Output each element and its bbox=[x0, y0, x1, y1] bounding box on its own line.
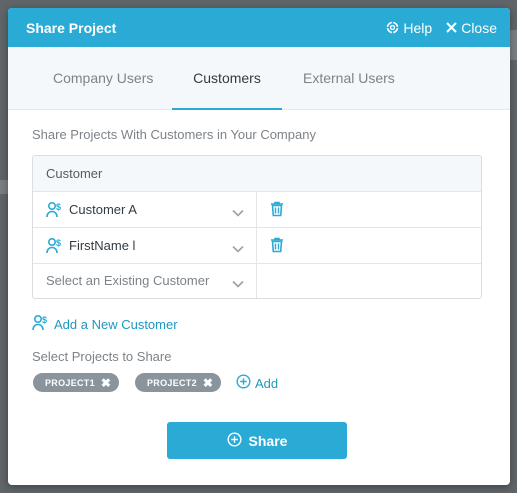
tab-bar: Company Users Customers External Users bbox=[8, 47, 510, 110]
plus-circle-icon bbox=[236, 374, 251, 392]
projects-heading: Select Projects to Share bbox=[32, 349, 172, 364]
lifebuoy-icon bbox=[386, 21, 399, 34]
svg-text:$: $ bbox=[42, 315, 47, 325]
project-chip: PROJECT2 ✖ bbox=[135, 373, 222, 392]
close-button[interactable]: Close bbox=[446, 20, 497, 36]
help-button[interactable]: Help bbox=[386, 20, 432, 36]
trash-icon[interactable] bbox=[270, 237, 284, 258]
chevron-down-icon[interactable] bbox=[232, 275, 244, 293]
add-project-link[interactable]: Add bbox=[236, 374, 278, 392]
customer-name: Customer A bbox=[69, 202, 137, 217]
table-row: $ FirstName l bbox=[33, 228, 481, 264]
svg-text:$: $ bbox=[56, 202, 61, 212]
customers-heading: Share Projects With Customers in Your Co… bbox=[32, 127, 316, 142]
customer-select-row[interactable]: Select an Existing Customer bbox=[33, 263, 481, 298]
column-header-customer: Customer bbox=[46, 166, 103, 181]
customer-icon: $ bbox=[46, 201, 64, 224]
tab-customers[interactable]: Customers bbox=[172, 47, 282, 110]
table-header-row: Customer bbox=[33, 156, 481, 192]
share-project-dialog: Share Project Help Close Company Users C… bbox=[8, 8, 510, 485]
svg-text:$: $ bbox=[56, 238, 61, 248]
customer-name: FirstName l bbox=[69, 238, 136, 253]
chevron-down-icon[interactable] bbox=[232, 240, 244, 258]
dialog-title: Share Project bbox=[26, 19, 117, 36]
tab-external-users[interactable]: External Users bbox=[303, 47, 395, 109]
share-button[interactable]: Share bbox=[167, 422, 347, 459]
tab-company-users[interactable]: Company Users bbox=[53, 47, 153, 109]
table-row: $ Customer A bbox=[33, 192, 481, 228]
trash-icon[interactable] bbox=[270, 201, 284, 222]
plus-circle-icon bbox=[227, 431, 242, 450]
project-chip: PROJECT1 ✖ bbox=[33, 373, 120, 392]
project-chip-label: PROJECT2 bbox=[147, 377, 197, 388]
help-label: Help bbox=[403, 19, 433, 36]
customer-select[interactable]: Select an Existing Customer bbox=[46, 263, 209, 298]
remove-chip-icon[interactable]: ✖ bbox=[101, 376, 111, 390]
add-project-label: Add bbox=[255, 375, 279, 391]
add-new-customer-label: Add a New Customer bbox=[54, 317, 178, 332]
customer-icon: $ bbox=[46, 237, 64, 260]
share-button-label: Share bbox=[248, 432, 288, 449]
project-chip-label: PROJECT1 bbox=[45, 377, 95, 388]
close-label: Close bbox=[461, 19, 497, 36]
chevron-down-icon[interactable] bbox=[232, 204, 244, 222]
dialog-header: Share Project Help Close bbox=[8, 8, 510, 47]
close-icon bbox=[446, 22, 457, 33]
remove-chip-icon[interactable]: ✖ bbox=[203, 376, 213, 390]
header-actions: Help Close bbox=[386, 20, 497, 36]
customers-table: Customer $ Customer A $ FirstName l Sele… bbox=[32, 155, 482, 299]
backdrop-fragment bbox=[0, 180, 8, 194]
add-new-customer-link[interactable]: $ Add a New Customer bbox=[32, 314, 178, 335]
customer-icon: $ bbox=[32, 314, 50, 335]
